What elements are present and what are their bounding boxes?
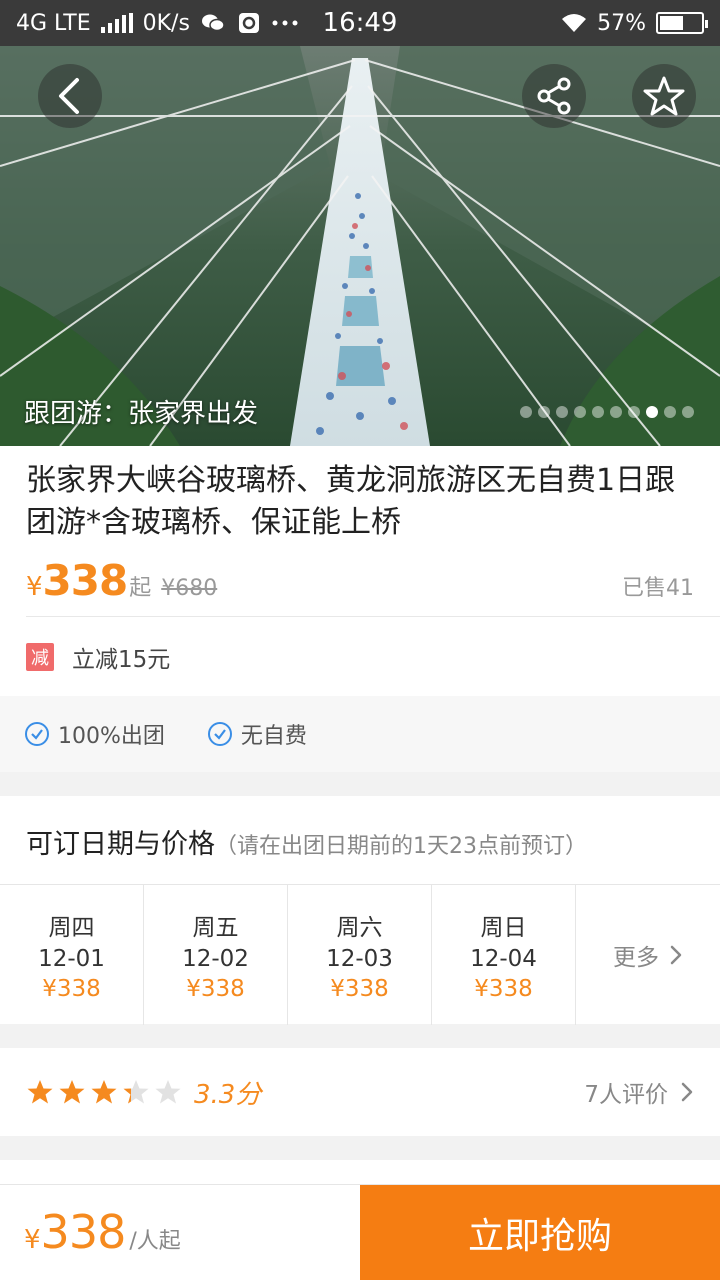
dates-header: 可订日期与价格（请在出团日期前的1天23点前预订） — [26, 822, 587, 861]
more-dates-button[interactable]: 更多 — [576, 885, 720, 1025]
app-notification-icon — [236, 12, 262, 34]
back-arrow-icon — [59, 78, 79, 114]
product-price: 338 — [42, 556, 129, 605]
bottom-bar: ¥ 338 /人起 立即抢购 — [0, 1184, 720, 1280]
dates-section: 可订日期与价格（请在出团日期前的1天23点前预订） 周四 12-01 ¥338 … — [0, 796, 720, 1025]
hero-caption: 跟团游：张家界出发 — [24, 399, 259, 429]
favorite-button[interactable] — [632, 64, 696, 128]
date-price: ¥338 — [186, 976, 245, 1002]
feature-badges: 100%出团 无自费 — [0, 696, 720, 772]
date-grid: 周四 12-01 ¥338 周五 12-02 ¥338 周六 12-03 ¥33… — [0, 884, 720, 1025]
sold-count: 已售41 — [622, 576, 694, 601]
weekday: 周日 — [480, 915, 527, 941]
speed-label: 0K/s — [142, 10, 190, 36]
bridge-photo — [0, 46, 720, 446]
date: 12-02 — [182, 946, 249, 972]
product-title: 张家界大峡谷玻璃桥、黄龙洞旅游区无自费1日跟团游*含玻璃桥、保证能上桥 — [26, 463, 676, 540]
price-suffix: 起 — [129, 576, 152, 601]
carousel-dot[interactable] — [664, 406, 676, 418]
carousel-indicator[interactable] — [520, 406, 694, 418]
reviews-link[interactable]: 7人评价 — [584, 1075, 694, 1109]
carousel-dot[interactable] — [610, 406, 622, 418]
feature-label: 无自费 — [240, 724, 307, 749]
chevron-right-icon — [670, 945, 682, 965]
date-price: ¥338 — [330, 976, 389, 1002]
carousel-dot[interactable] — [646, 406, 658, 418]
wifi-icon — [561, 12, 587, 34]
date-option[interactable]: 周五 12-02 ¥338 — [144, 885, 288, 1025]
date: 12-03 — [326, 946, 393, 972]
carousel-dot[interactable] — [538, 406, 550, 418]
chevron-right-icon — [681, 1082, 693, 1102]
date-price: ¥338 — [42, 976, 101, 1002]
star-icon — [123, 1080, 149, 1104]
promo-text: 立减15元 — [72, 647, 171, 673]
feature-guaranteed-departure: 100%出团 — [24, 718, 165, 750]
date-price: ¥338 — [474, 976, 533, 1002]
divider — [26, 616, 720, 617]
currency-symbol: ¥ — [24, 1225, 41, 1255]
share-icon — [537, 77, 571, 115]
dates-title: 可订日期与价格 — [26, 829, 215, 860]
date-option[interactable]: 周四 12-01 ¥338 — [0, 885, 144, 1025]
star-icon — [59, 1080, 85, 1104]
more-notifications-icon — [272, 12, 298, 34]
carousel-dot[interactable] — [574, 406, 586, 418]
price-per-person: /人起 — [129, 1229, 181, 1254]
battery-percent: 57% — [597, 10, 646, 36]
hero-image[interactable]: 跟团游：张家界出发 — [0, 46, 720, 446]
carousel-dot[interactable] — [682, 406, 694, 418]
buy-now-button[interactable]: 立即抢购 — [360, 1185, 720, 1280]
star-outline-icon — [643, 76, 685, 116]
dates-note: （请在出团日期前的1天23点前预订） — [215, 834, 587, 859]
price-row: ¥ 338 起 ¥680 已售41 — [26, 556, 694, 606]
review-count: 7人评价 — [584, 1082, 668, 1108]
back-button[interactable] — [38, 64, 102, 128]
star-icon — [155, 1080, 181, 1104]
check-circle-icon — [207, 722, 232, 746]
date-option[interactable]: 周日 12-04 ¥338 — [432, 885, 576, 1025]
share-button[interactable] — [522, 64, 586, 128]
weekday: 周五 — [192, 915, 239, 941]
feature-no-extra-fees: 无自费 — [207, 718, 307, 750]
bottom-price: ¥ 338 /人起 — [0, 1185, 360, 1280]
bottom-price-value: 338 — [40, 1205, 127, 1259]
discount-tag: 减 — [26, 643, 54, 671]
product-info: 张家界大峡谷玻璃桥、黄龙洞旅游区无自费1日跟团游*含玻璃桥、保证能上桥 ¥ 33… — [0, 446, 720, 696]
date: 12-04 — [470, 946, 537, 972]
check-circle-icon — [25, 722, 49, 746]
promo-row[interactable]: 减 立减15元 — [26, 640, 170, 674]
weekday: 周四 — [48, 915, 95, 941]
feature-label: 100%出团 — [58, 724, 165, 749]
more-label: 更多 — [613, 945, 659, 971]
carousel-dot[interactable] — [556, 406, 568, 418]
signal-icon — [100, 13, 133, 33]
carousel-dot[interactable] — [520, 406, 532, 418]
carousel-dot[interactable] — [592, 406, 604, 418]
currency-symbol: ¥ — [26, 572, 43, 602]
status-bar: 4G LTE 0K/s 16:49 57% — [0, 0, 720, 46]
rating-row[interactable]: 3.3分 7人评价 — [0, 1048, 720, 1136]
rating-score: 3.3分 — [194, 1079, 262, 1110]
star-icon — [91, 1080, 117, 1104]
date-option[interactable]: 周六 12-03 ¥338 — [288, 885, 432, 1025]
date: 12-01 — [38, 946, 105, 972]
carousel-dot[interactable] — [628, 406, 640, 418]
network-label: 4G LTE — [16, 10, 91, 36]
weekday: 周六 — [336, 915, 383, 941]
wechat-icon — [200, 12, 226, 34]
product-page: 4G LTE 0K/s 16:49 57% 跟团游：张家界出发 张家界大峡谷玻璃… — [0, 0, 720, 1280]
star-icon — [27, 1080, 53, 1104]
star-rating — [26, 1078, 182, 1106]
original-price: ¥680 — [161, 576, 218, 601]
battery-icon — [656, 12, 708, 34]
